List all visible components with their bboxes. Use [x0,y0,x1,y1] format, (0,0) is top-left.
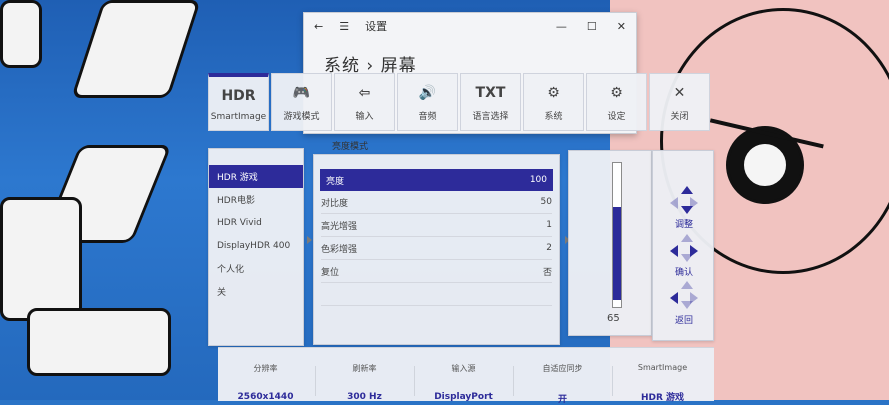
status-value: HDR 游戏 [640,393,685,403]
gamepad-icon: 🎮 [292,84,311,101]
maximize-icon[interactable]: ☐ [587,20,597,33]
menu-label: 语言选择 [472,111,509,122]
setting-reset[interactable]: 复位 否 [321,260,552,283]
status-divider [414,366,415,396]
text-icon: TXT [475,84,506,101]
setting-highlight-boost[interactable]: 高光增强 1 [321,214,552,237]
setting-value: 50 [540,197,552,207]
brightness-slider-value: 65 [607,313,620,324]
window-close-icon[interactable]: ✕ [617,20,626,33]
nav-confirm-label: 确认 [674,268,693,278]
status-heading: 输入源 [451,364,476,373]
status-value: 开 [557,395,567,405]
setting-value: 1 [546,220,552,230]
menu-settings[interactable]: ⚙ 设定 [586,73,647,131]
menu-smartimage[interactable]: HDR SmartImage [208,73,269,131]
menu-label: 关闭 [670,111,689,122]
menu-icon[interactable]: ☰ [339,20,349,33]
menu-label: 输入 [355,111,374,122]
status-heading: SmartImage [637,363,688,372]
partial-heading: 亮度模式 [332,142,369,152]
status-divider [612,366,613,396]
minimize-icon[interactable]: — [556,20,567,33]
manga-shape [0,0,42,68]
back-dpad-icon [670,281,698,309]
hdr-icon: HDR [221,87,256,104]
manga-shape [0,197,82,321]
setting-value: 2 [546,243,552,253]
menu-audio[interactable]: 🔊 音频 [397,73,458,131]
status-smartimage: SmartImage HDR 游戏 [615,348,710,403]
status-heading: 分辨率 [253,364,278,373]
back-icon[interactable]: ← [314,20,323,33]
mode-off[interactable]: 关 [209,280,303,303]
input-icon: ⇦ [358,84,371,101]
brightness-slider-panel: 65 [568,150,652,336]
confirm-dpad-icon [670,234,698,262]
status-value: 2560x1440 [237,392,294,402]
mode-hdr-movie[interactable]: HDR电影 [209,188,303,211]
gear-icon: ⚙ [610,84,623,101]
empty-row [321,283,552,306]
setting-label: 高光增强 [321,221,358,232]
menu-language[interactable]: TXT 语言选择 [460,73,521,131]
status-input-source: 输入源 DisplayPort [416,348,511,402]
status-adaptive-sync: 自适应同步开 [515,348,610,405]
system-icon: ⚙ [547,84,560,101]
mode-hdr-game[interactable]: HDR 游戏 [209,165,303,188]
nav-adjust-label: 调整 [674,220,693,230]
setting-brightness[interactable]: 亮度 100 [320,169,553,191]
submenu-arrow [307,236,312,244]
menu-label: 游戏模式 [283,111,320,122]
menu-input[interactable]: ⇦ 输入 [334,73,395,131]
status-resolution: 分辨率 2560x1440 [218,348,313,402]
menu-close[interactable]: ✕ 关闭 [649,73,710,131]
manga-shape [27,308,171,376]
mode-personal[interactable]: 个人化 [209,257,303,280]
menu-label: SmartImage [210,111,267,122]
close-icon: ✕ [673,84,686,101]
menu-system[interactable]: ⚙ 系统 [523,73,584,131]
setting-label: 色彩增强 [321,244,358,255]
setting-label: 复位 [321,267,340,278]
status-value: DisplayPort [434,392,493,402]
status-divider [315,366,316,396]
setting-color-boost[interactable]: 色彩增强 2 [321,237,552,260]
status-heading: 自适应同步 [542,364,583,373]
mode-displayhdr-400[interactable]: DisplayHDR 400 [209,234,303,257]
status-divider [513,366,514,396]
menu-game-mode[interactable]: 🎮 游戏模式 [271,73,332,131]
window-titlebar: ← ☰ 设置 — ☐ ✕ [304,13,636,39]
speaker-icon: 🔊 [418,84,437,101]
status-bar: 分辨率 2560x1440 刷新率 300 Hz 输入源 DisplayPort 自适… [218,347,714,405]
setting-contrast[interactable]: 对比度 50 [321,191,552,214]
setting-value: 100 [529,175,547,185]
window-title: 设置 [365,20,388,33]
menu-label: 音频 [418,111,437,122]
osd-top-menu: HDR SmartImage 🎮 游戏模式 ⇦ 输入 🔊 音频 TXT 语言选择 ⚙ 系统 … [208,73,714,131]
status-heading: 刷新率 [352,364,377,373]
status-refresh-rate: 刷新率 300 Hz [317,348,412,402]
settings-panel: 亮度 100 对比度 50 高光增强 1 色彩增强 2 复位 否 [313,154,560,345]
setting-label: 对比度 [321,198,349,209]
mode-hdr-vivid[interactable]: HDR Vivid [209,211,303,234]
brightness-slider-fill [613,207,621,300]
setting-label: 亮度 [326,176,345,187]
setting-value: 否 [542,267,552,278]
status-value: 300 Hz [347,392,382,402]
navigation-help-panel: 调整 确认 返回 [652,150,714,341]
smartimage-modes: HDR 游戏 HDR电影 HDR Vivid DisplayHDR 400 个人… [208,148,304,346]
nav-back-label: 返回 [674,316,693,326]
menu-label: 设定 [607,111,626,122]
menu-label: 系统 [544,111,563,122]
face-eye [744,144,786,186]
adjust-dpad-icon [670,186,698,214]
